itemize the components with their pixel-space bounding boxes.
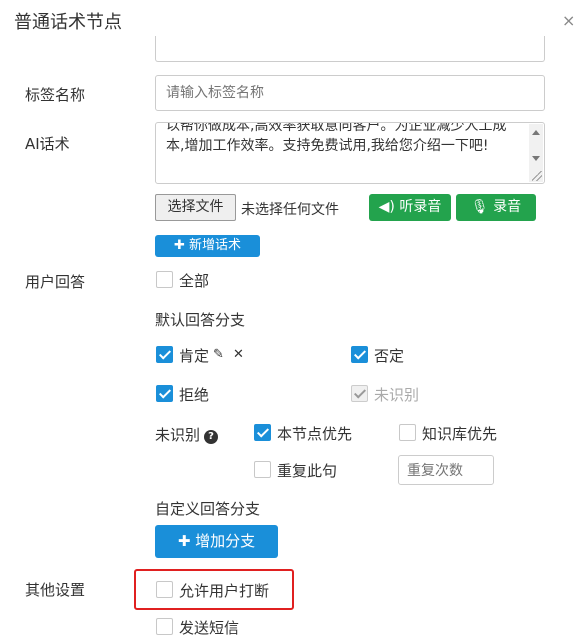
speaker-icon: ◀) xyxy=(378,199,395,215)
allow-interrupt-label: 允许用户打断 xyxy=(179,582,270,600)
add-branch-button[interactable]: ✚ 增加分支 xyxy=(155,525,278,558)
plus-icon: ✚ xyxy=(177,532,191,550)
deny-label: 否定 xyxy=(374,347,405,365)
unrecognized-checkbox xyxy=(351,385,368,402)
all-label: 全部 xyxy=(179,272,210,290)
partial-input[interactable] xyxy=(155,36,545,62)
node-first-checkbox[interactable] xyxy=(254,424,271,441)
record-button[interactable]: 🎙 录音 xyxy=(456,194,536,221)
repeat-count-input[interactable] xyxy=(398,455,494,485)
ai-script-text: 以帮你做成本,高效率获取意向客户。为企业减少人工成本,增加工作效率。支持免费试用… xyxy=(166,122,507,154)
repeat-checkbox[interactable] xyxy=(254,461,271,478)
file-status: 未选择任何文件 xyxy=(241,202,339,218)
add-script-label: 新增话术 xyxy=(189,238,242,253)
scroll-up-icon[interactable] xyxy=(532,130,540,135)
custom-branch-heading: 自定义回答分支 xyxy=(155,500,261,518)
unrecognized-heading-text: 未识别 xyxy=(155,426,201,444)
deny-checkbox[interactable] xyxy=(351,346,368,363)
pin-icon[interactable]: ✕ xyxy=(233,347,244,362)
reject-checkbox[interactable] xyxy=(156,385,173,402)
affirm-label: 肯定 xyxy=(179,347,210,365)
all-checkbox[interactable] xyxy=(156,271,173,288)
unrecognized-row-label: 未识别? xyxy=(155,424,219,445)
choose-file-button[interactable]: 选择文件 xyxy=(155,194,236,221)
add-script-button[interactable]: ✚ 新增话术 xyxy=(155,235,260,257)
ai-script-textarea[interactable]: 以帮你做成本,高效率获取意向客户。为企业减少人工成本,增加工作效率。支持免费试用… xyxy=(155,122,545,184)
tag-name-label: 标签名称 xyxy=(25,86,86,104)
ai-script-label: AI话术 xyxy=(25,135,70,153)
unrecognized-option-label: 未识别 xyxy=(374,386,420,404)
other-settings-label: 其他设置 xyxy=(25,581,86,599)
dialog-title: 普通话术节点 xyxy=(14,12,122,33)
pencil-icon[interactable]: ✎ xyxy=(213,347,224,362)
reject-label: 拒绝 xyxy=(179,386,210,404)
record-label: 录音 xyxy=(493,199,522,215)
listen-button[interactable]: ◀) 听录音 xyxy=(369,194,451,221)
scroll-down-icon[interactable] xyxy=(532,156,540,161)
listen-label: 听录音 xyxy=(399,199,442,215)
repeat-label: 重复此句 xyxy=(277,462,338,480)
resize-grip-icon[interactable] xyxy=(532,171,542,181)
node-first-label: 本节点优先 xyxy=(277,425,353,443)
default-branch-heading: 默认回答分支 xyxy=(155,311,246,329)
kb-first-label: 知识库优先 xyxy=(422,425,498,443)
add-branch-label: 增加分支 xyxy=(195,532,256,550)
send-sms-checkbox[interactable] xyxy=(156,618,173,635)
microphone-icon: 🎙 xyxy=(470,199,489,215)
allow-interrupt-checkbox[interactable] xyxy=(156,581,173,598)
kb-first-checkbox[interactable] xyxy=(399,424,416,441)
tag-name-input[interactable] xyxy=(155,75,545,111)
send-sms-label: 发送短信 xyxy=(179,619,240,637)
help-icon[interactable]: ? xyxy=(204,430,219,444)
close-icon[interactable]: × xyxy=(562,11,575,30)
plus-icon: ✚ xyxy=(173,238,185,253)
user-reply-label: 用户回答 xyxy=(25,273,86,291)
affirm-checkbox[interactable] xyxy=(156,346,173,363)
